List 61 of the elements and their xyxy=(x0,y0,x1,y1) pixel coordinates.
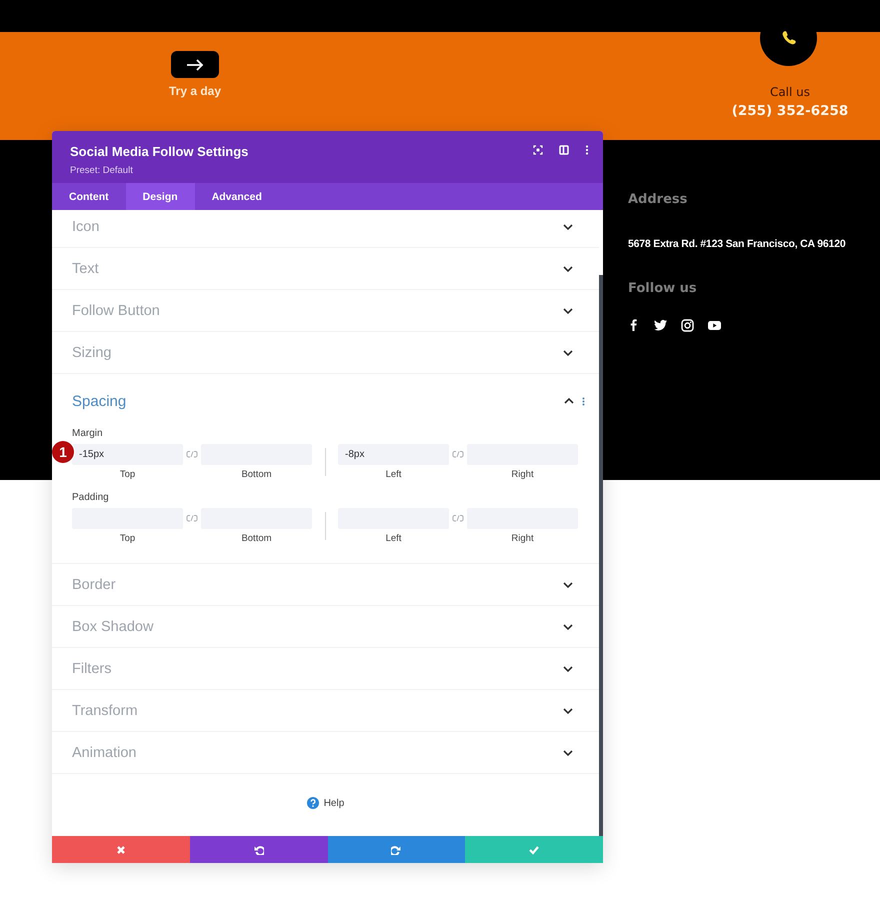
section-header[interactable]: Transform xyxy=(52,690,599,732)
expand-icon[interactable] xyxy=(563,748,573,756)
expand-icon[interactable] xyxy=(563,348,573,356)
fullscreen-icon[interactable] xyxy=(533,145,543,155)
tab[interactable]: Advanced xyxy=(194,183,279,210)
tab[interactable]: Design xyxy=(126,183,195,210)
preset-selector[interactable]: Preset: Default xyxy=(70,165,248,176)
input-field[interactable]: -15px xyxy=(72,444,183,465)
help-link[interactable]: Help xyxy=(52,796,599,810)
expand-icon[interactable] xyxy=(563,664,573,672)
redo-icon xyxy=(391,844,402,854)
twitter-icon[interactable] xyxy=(654,318,667,332)
section-header[interactable]: Border xyxy=(52,564,599,606)
instagram-icon[interactable] xyxy=(681,318,694,332)
help-icon xyxy=(306,797,319,809)
modal-title: Social Media Follow Settings xyxy=(70,144,248,159)
close-icon xyxy=(116,844,126,854)
section-header[interactable]: Box Shadow xyxy=(52,606,599,648)
expand-icon[interactable] xyxy=(563,306,573,314)
arrow-icon xyxy=(186,58,204,72)
undo-icon xyxy=(254,844,264,854)
address-heading: Address xyxy=(628,192,688,207)
collapse-icon[interactable] xyxy=(564,397,574,405)
address-text: 5678 Extra Rd. #123 San Francisco, CA 96120 xyxy=(628,238,846,250)
arrow-button[interactable] xyxy=(171,51,219,78)
section-header[interactable]: Animation xyxy=(52,732,599,774)
check-icon xyxy=(529,844,540,854)
step-marker: 1 xyxy=(52,441,74,463)
group-label: Margin xyxy=(72,428,104,439)
field-label: Right xyxy=(510,469,535,480)
group-label: Padding xyxy=(72,492,110,503)
tab[interactable]: Content xyxy=(52,183,126,210)
field-label: Bottom xyxy=(240,533,273,544)
field-label: Left xyxy=(384,533,402,544)
expand-icon[interactable] xyxy=(563,222,573,230)
field-label: Right xyxy=(510,533,535,544)
more-icon[interactable] xyxy=(582,396,585,406)
phone-number[interactable]: (255) 352-6258 xyxy=(732,103,848,119)
section-title[interactable]: Spacing xyxy=(72,392,126,410)
scrollbar[interactable] xyxy=(599,275,603,836)
phone-icon xyxy=(780,30,796,46)
follow-heading: Follow us xyxy=(628,281,698,296)
input-field[interactable]: -8px xyxy=(338,444,449,465)
section-header[interactable]: Icon xyxy=(52,210,599,248)
menu-icon[interactable] xyxy=(585,145,589,155)
expand-icon[interactable] xyxy=(563,580,573,588)
call-label: Call us xyxy=(770,85,810,99)
field-label: Top xyxy=(118,533,136,544)
youtube-icon[interactable] xyxy=(708,320,721,330)
cta-label: Try a day xyxy=(168,84,222,98)
expand-icon[interactable] xyxy=(563,264,573,272)
expand-icon[interactable] xyxy=(563,706,573,714)
field-label: Top xyxy=(118,469,136,480)
section-header[interactable]: Filters xyxy=(52,648,599,690)
field-label: Bottom xyxy=(240,469,273,480)
section-header[interactable]: Text xyxy=(52,248,599,290)
section-header[interactable]: Sizing xyxy=(52,332,599,374)
section-header[interactable]: Follow Button xyxy=(52,290,599,332)
field-label: Left xyxy=(384,469,402,480)
sidebar-icon[interactable] xyxy=(559,145,569,155)
expand-icon[interactable] xyxy=(563,622,573,630)
